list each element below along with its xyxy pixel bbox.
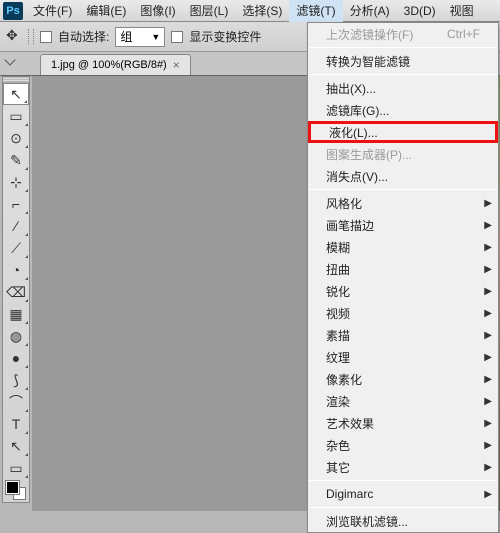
chevron-right-icon: ▶	[484, 396, 492, 407]
chevron-right-icon: ▶	[484, 352, 492, 363]
chevron-right-icon: ▶	[484, 308, 492, 319]
chevron-right-icon: ▶	[484, 489, 492, 500]
menu-noise[interactable]: 杂色▶	[308, 434, 498, 456]
chevron-right-icon: ▶	[484, 198, 492, 209]
chevron-down-icon: ▼	[151, 32, 160, 42]
tool-blur[interactable]: ●	[3, 347, 29, 369]
auto-select-label: 自动选择:	[58, 28, 109, 45]
tool-stamp[interactable]: ◔	[3, 259, 29, 281]
document-tab-label: 1.jpg @ 100%(RGB/8#)	[51, 59, 167, 71]
expand-panel-icon[interactable]	[4, 54, 15, 65]
menu-extract[interactable]: 抽出(X)...	[308, 77, 498, 99]
auto-select-value: 组	[120, 28, 132, 45]
menu-texture[interactable]: 纹理▶	[308, 346, 498, 368]
menu-separator	[309, 47, 497, 48]
menu-filter[interactable]: 滤镜(T)	[289, 0, 342, 22]
show-transform-label: 显示变换控件	[189, 28, 261, 45]
tool-eraser[interactable]: ▦	[3, 303, 29, 325]
tool-lasso[interactable]: ⊙	[3, 127, 29, 149]
close-icon[interactable]: ×	[173, 58, 180, 72]
chevron-right-icon: ▶	[484, 462, 492, 473]
menu-separator	[309, 507, 497, 508]
color-swatches[interactable]	[3, 479, 29, 502]
menu-sharpen[interactable]: 锐化▶	[308, 280, 498, 302]
ps-logo: Ps	[3, 2, 23, 20]
grip-icon	[28, 29, 34, 45]
menu-file[interactable]: 文件(F)	[26, 0, 79, 22]
menu-liquify[interactable]: 液化(L)...	[308, 121, 498, 143]
tool-healing[interactable]: ∕	[3, 215, 29, 237]
auto-select-checkbox[interactable]	[40, 31, 52, 43]
menu-digimarc[interactable]: Digimarc▶	[308, 483, 498, 505]
tool-shape[interactable]: ▭	[3, 457, 29, 479]
chevron-right-icon: ▶	[484, 330, 492, 341]
menu-pattern-maker: 图案生成器(P)...	[308, 143, 498, 165]
toolbox: ↖ ▭ ⊙ ✎ ⊹ ⌐ ∕ ⟋ ◔ ⌫ ▦ ◍ ● ⟆ ⌒ T ↖ ▭	[2, 76, 30, 503]
chevron-right-icon: ▶	[484, 286, 492, 297]
menu-distort[interactable]: 扭曲▶	[308, 258, 498, 280]
shortcut-label: Ctrl+F	[447, 27, 480, 41]
chevron-right-icon: ▶	[484, 374, 492, 385]
menu-3d[interactable]: 3D(D)	[397, 1, 443, 21]
menu-image[interactable]: 图像(I)	[133, 0, 182, 22]
menu-last-filter: 上次滤镜操作(F) Ctrl+F	[308, 23, 498, 45]
menu-filter-gallery[interactable]: 滤镜库(G)...	[308, 99, 498, 121]
menu-separator	[309, 480, 497, 481]
menu-brush-strokes[interactable]: 画笔描边▶	[308, 214, 498, 236]
chevron-right-icon: ▶	[484, 242, 492, 253]
menu-select[interactable]: 选择(S)	[235, 0, 289, 22]
menu-layer[interactable]: 图层(L)	[183, 0, 236, 22]
tool-dodge[interactable]: ⟆	[3, 369, 29, 391]
menu-vanishing-point[interactable]: 消失点(V)...	[308, 165, 498, 187]
tool-brush[interactable]: ⟋	[3, 237, 29, 259]
menu-browse-online[interactable]: 浏览联机滤镜...	[308, 510, 498, 532]
foreground-swatch[interactable]	[6, 481, 19, 494]
tool-history-brush[interactable]: ⌫	[3, 281, 29, 303]
chevron-right-icon: ▶	[484, 440, 492, 451]
chevron-right-icon: ▶	[484, 264, 492, 275]
menu-pixelate[interactable]: 像素化▶	[308, 368, 498, 390]
move-tool-icon	[6, 29, 22, 45]
menu-render[interactable]: 渲染▶	[308, 390, 498, 412]
menu-analysis[interactable]: 分析(A)	[343, 0, 397, 22]
filter-menu-dropdown: 上次滤镜操作(F) Ctrl+F 转换为智能滤镜 抽出(X)... 滤镜库(G)…	[307, 22, 499, 533]
tool-pen[interactable]: ⌒	[3, 391, 29, 413]
menu-other[interactable]: 其它▶	[308, 456, 498, 478]
tool-path[interactable]: ↖	[3, 435, 29, 457]
show-transform-checkbox[interactable]	[171, 31, 183, 43]
menu-edit[interactable]: 编辑(E)	[79, 0, 133, 22]
tool-wand[interactable]: ✎	[3, 149, 29, 171]
tool-gradient[interactable]: ◍	[3, 325, 29, 347]
tool-crop[interactable]: ⊹	[3, 171, 29, 193]
auto-select-dropdown[interactable]: 组 ▼	[115, 27, 165, 47]
tool-marquee[interactable]: ▭	[3, 105, 29, 127]
menu-sketch[interactable]: 素描▶	[308, 324, 498, 346]
menu-separator	[309, 189, 497, 190]
menu-stylize[interactable]: 风格化▶	[308, 192, 498, 214]
menu-convert-smart[interactable]: 转换为智能滤镜	[308, 50, 498, 72]
menu-artistic[interactable]: 艺术效果▶	[308, 412, 498, 434]
chevron-right-icon: ▶	[484, 418, 492, 429]
menubar: Ps 文件(F) 编辑(E) 图像(I) 图层(L) 选择(S) 滤镜(T) 分…	[0, 0, 500, 22]
menu-separator	[309, 74, 497, 75]
document-tab[interactable]: 1.jpg @ 100%(RGB/8#) ×	[40, 54, 191, 75]
menu-blur[interactable]: 模糊▶	[308, 236, 498, 258]
tool-move[interactable]: ↖	[3, 83, 29, 105]
chevron-right-icon: ▶	[484, 220, 492, 231]
menu-view[interactable]: 视图	[443, 0, 481, 22]
tool-type[interactable]: T	[3, 413, 29, 435]
tool-eyedropper[interactable]: ⌐	[3, 193, 29, 215]
menu-video[interactable]: 视频▶	[308, 302, 498, 324]
